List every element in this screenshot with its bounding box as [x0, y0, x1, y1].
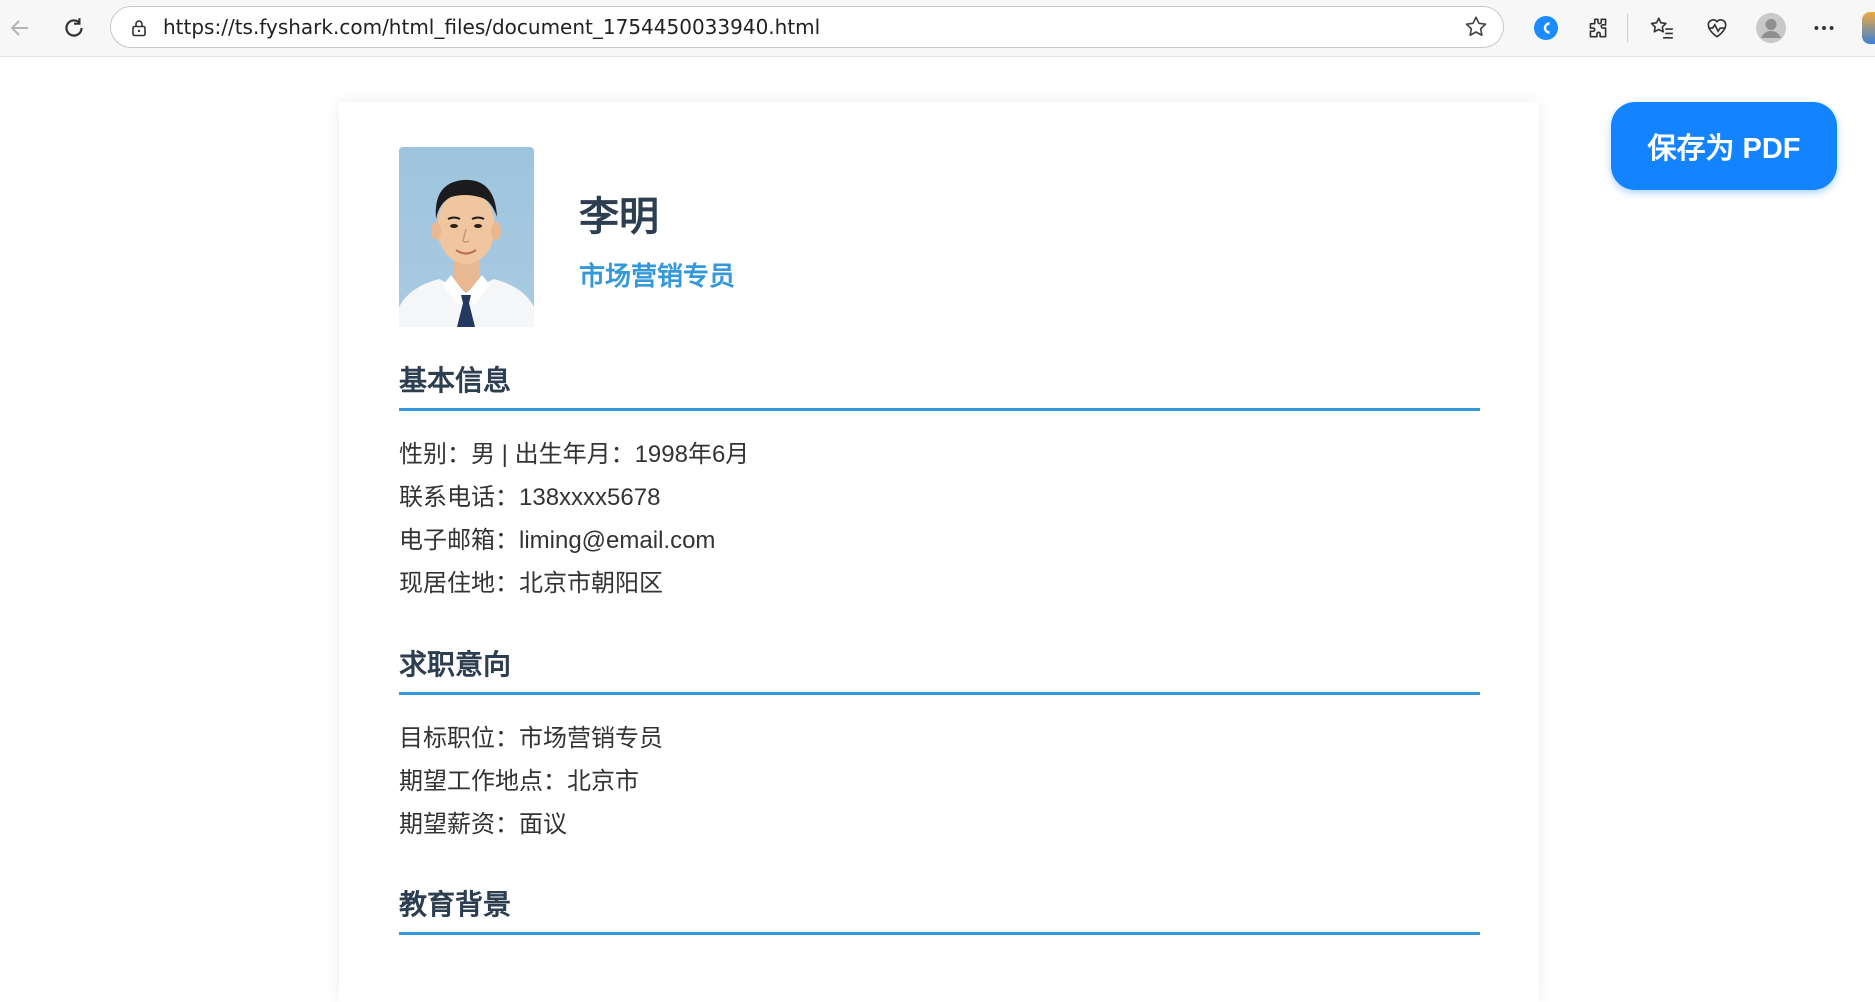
toolbar-divider [1627, 14, 1628, 42]
more-menu-button[interactable] [1808, 12, 1840, 44]
section-basic-info: 基本信息 性别：男 | 出生年月：1998年6月 联系电话：138xxxx567… [399, 364, 1480, 605]
lock-icon [132, 20, 146, 37]
section-heading: 基本信息 [399, 364, 1480, 411]
address-bar[interactable]: https://ts.fyshark.com/html_files/docume… [110, 6, 1504, 48]
back-icon [10, 20, 28, 36]
profile-avatar-icon [1756, 13, 1786, 43]
info-line: 电子邮箱：liming@email.com [399, 527, 716, 554]
applicant-title: 市场营销专员 [579, 261, 736, 291]
info-line: 联系电话：138xxxx5678 [399, 484, 661, 511]
section-heading: 教育背景 [399, 888, 1480, 935]
copilot-icon [1534, 16, 1558, 40]
browser-toolbar: https://ts.fyshark.com/html_files/docume… [0, 0, 1875, 57]
favorite-star-icon[interactable] [1463, 14, 1489, 40]
page-viewport: 李明 市场营销专员 基本信息 性别：男 | 出生年月：1998年6月 联系电话：… [0, 57, 1875, 1002]
health-button[interactable] [1701, 12, 1733, 44]
resume-card: 李明 市场营销专员 基本信息 性别：男 | 出生年月：1998年6月 联系电话：… [339, 102, 1539, 1002]
section-heading: 求职意向 [399, 648, 1480, 695]
save-pdf-button[interactable]: 保存为 PDF [1611, 102, 1837, 190]
favorites-button[interactable] [1646, 12, 1678, 44]
reload-icon [65, 18, 83, 37]
health-icon [1707, 19, 1727, 38]
info-line: 目标职位：市场营销专员 [399, 725, 663, 752]
back-button[interactable] [2, 10, 38, 46]
profile-photo [399, 147, 534, 327]
profile-button[interactable] [1755, 12, 1787, 44]
url-text[interactable]: https://ts.fyshark.com/html_files/docume… [163, 7, 820, 47]
sidebar-edge-icon[interactable] [1862, 12, 1875, 44]
more-menu-icon [1814, 26, 1834, 30]
section-job-intent: 求职意向 目标职位：市场营销专员 期望工作地点：北京市 期望薪资：面议 [399, 648, 1480, 846]
extensions-icon [1589, 18, 1607, 38]
info-line: 期望薪资：面议 [399, 811, 567, 838]
info-line: 性别：男 | 出生年月：1998年6月 [399, 441, 750, 468]
extensions-button[interactable] [1582, 12, 1614, 44]
favorites-icon [1650, 17, 1673, 39]
section-education: 教育背景 [399, 888, 1480, 935]
info-line: 期望工作地点：北京市 [399, 768, 639, 795]
reload-button[interactable] [56, 10, 92, 46]
copilot-button[interactable] [1530, 12, 1562, 44]
applicant-name: 李明 [579, 195, 659, 239]
info-line: 现居住地：北京市朝阳区 [399, 570, 663, 597]
